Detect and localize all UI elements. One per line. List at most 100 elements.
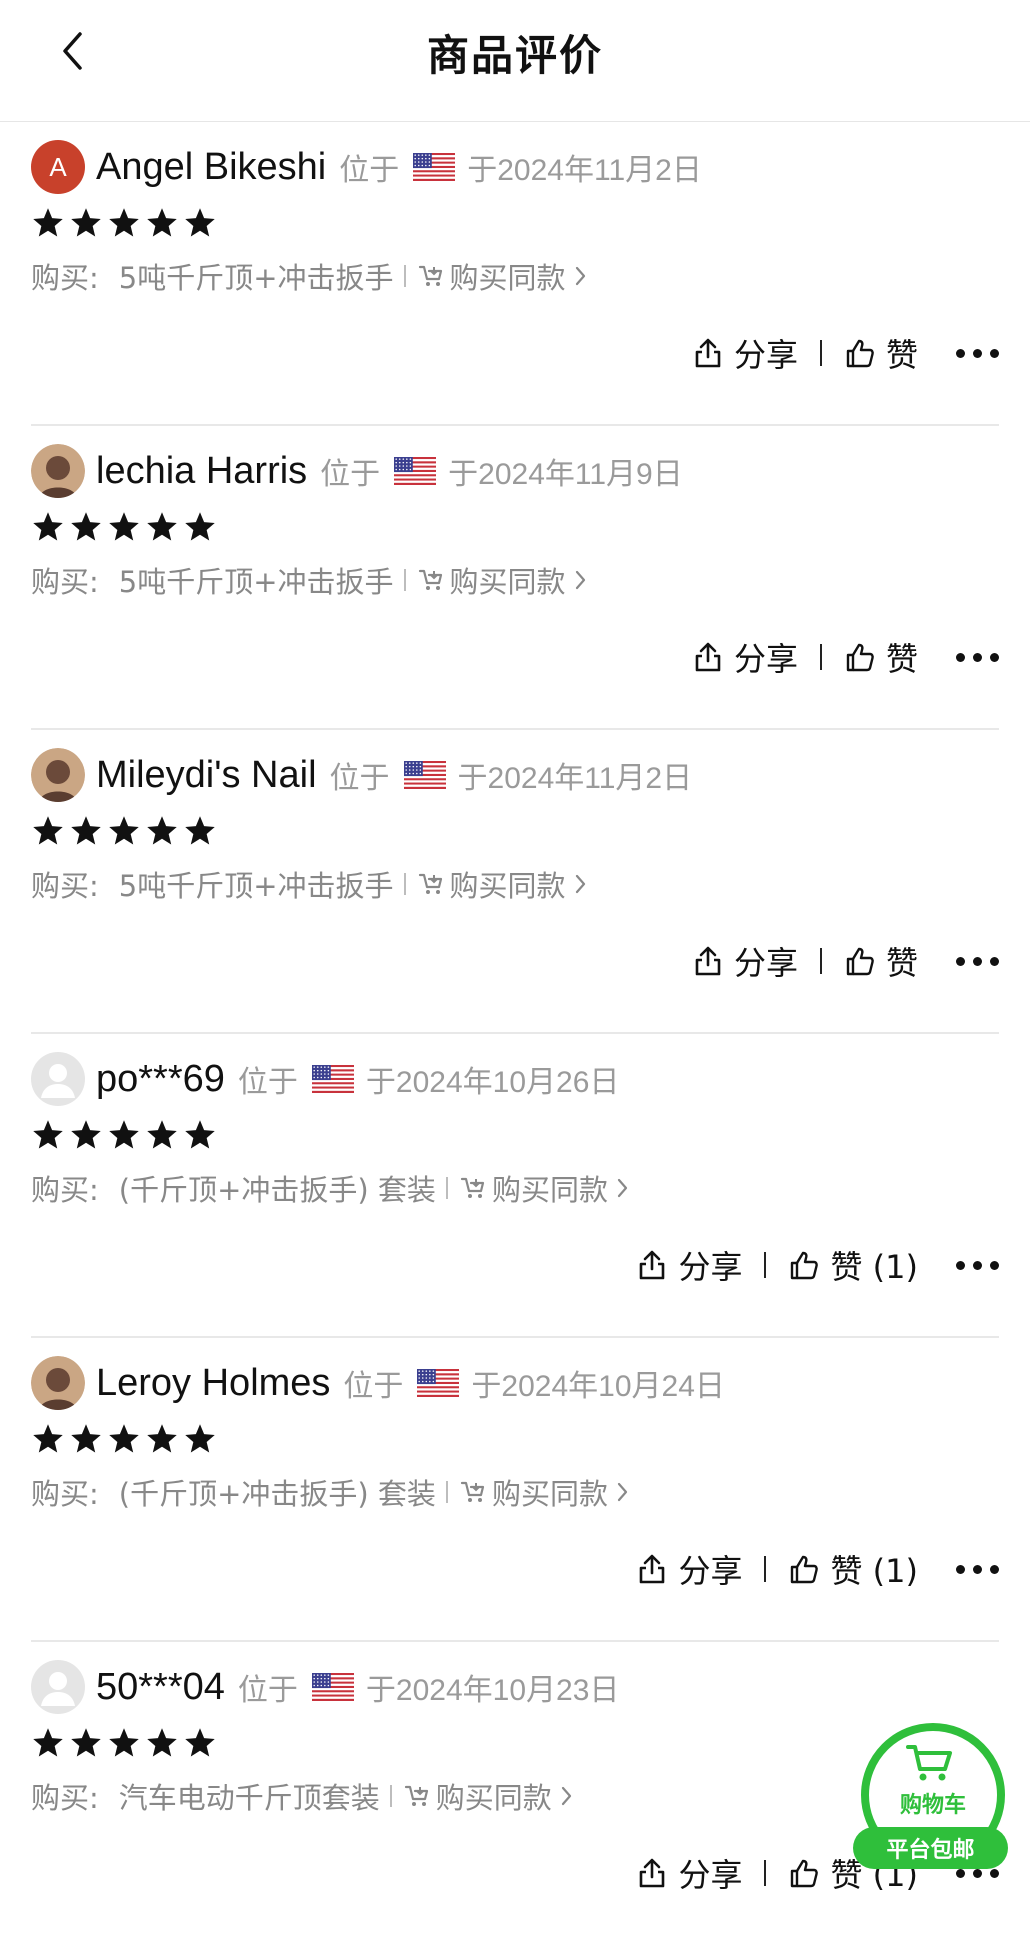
reviewer-name[interactable]: lechia Harris — [96, 450, 307, 493]
reviewer-info: lechia Harris 位于 于2024年11月9日 — [31, 443, 999, 499]
star-icon — [109, 1424, 139, 1453]
free-shipping-badge: 平台包邮 — [853, 1827, 1008, 1869]
purchase-label: 购买: — [31, 869, 99, 903]
purchase-label: 购买: — [31, 1781, 99, 1815]
share-label: 分享 — [678, 1248, 743, 1286]
dot — [956, 652, 965, 662]
divider — [403, 265, 406, 287]
star-icon — [147, 512, 177, 541]
purchased-variant: (千斤顶+冲击扳手) 套装 — [118, 1477, 436, 1511]
like-button[interactable]: 赞 (1) — [788, 1242, 918, 1288]
thumbs-up-icon — [791, 1251, 819, 1280]
share-label: 分享 — [733, 944, 798, 982]
like-button[interactable]: 赞 — [844, 330, 918, 376]
location-label: 位于 — [237, 1673, 298, 1708]
purchase-info: 购买: (千斤顶+冲击扳手) 套装 购买同款 — [31, 1470, 635, 1514]
star-rating — [31, 814, 217, 852]
like-button[interactable]: 赞 — [844, 938, 918, 984]
dot — [990, 956, 999, 966]
buy-same-link[interactable]: 购买同款 — [404, 1775, 579, 1817]
buy-same-label: 购买同款 — [491, 1173, 608, 1207]
chevron-right-icon — [561, 1786, 572, 1806]
dot — [973, 1260, 982, 1270]
letter-avatar[interactable]: A — [31, 140, 85, 194]
star-icon — [147, 1728, 177, 1757]
reviewer-info: Leroy Holmes 位于 于2024年10月24日 — [31, 1355, 999, 1411]
share-button[interactable]: 分享 — [692, 330, 798, 376]
photo-avatar[interactable] — [31, 1356, 85, 1410]
like-button[interactable]: 赞 — [844, 634, 918, 680]
user-photo-icon — [31, 444, 85, 498]
more-options-button[interactable] — [956, 1564, 999, 1574]
purchase-label: 购买: — [31, 261, 99, 295]
more-options-button[interactable] — [956, 1260, 999, 1270]
buy-same-link[interactable]: 购买同款 — [418, 255, 593, 297]
share-icon — [695, 642, 721, 672]
like-label: 赞 — [885, 944, 918, 982]
default-avatar[interactable] — [31, 1052, 85, 1106]
purchase-info: 购买: (千斤顶+冲击扳手) 套装 购买同款 — [31, 1166, 635, 1210]
reviewer-name[interactable]: Angel Bikeshi — [96, 146, 326, 189]
share-button[interactable]: 分享 — [692, 938, 798, 984]
dot — [973, 652, 982, 662]
divider — [819, 644, 822, 670]
share-button[interactable]: 分享 — [636, 1242, 742, 1288]
photo-avatar[interactable] — [31, 444, 85, 498]
buy-same-link[interactable]: 购买同款 — [418, 863, 593, 905]
location-label: 位于 — [343, 1369, 404, 1404]
more-options-button[interactable] — [956, 956, 999, 966]
purchased-variant: 汽车电动千斤顶套装 — [118, 1781, 380, 1815]
star-icon — [71, 512, 101, 541]
share-icon — [640, 1554, 665, 1584]
review-actions: 分享 赞 (1) — [636, 1240, 999, 1290]
share-button[interactable]: 分享 — [636, 1546, 742, 1592]
photo-avatar[interactable] — [31, 748, 85, 802]
cart-fab-button[interactable]: 购物车 平台包邮 — [853, 1715, 1013, 1875]
reviewer-name[interactable]: Leroy Holmes — [96, 1362, 330, 1405]
dot — [956, 1564, 965, 1574]
dot — [990, 652, 999, 662]
more-options-button[interactable] — [956, 348, 999, 358]
star-icon — [147, 816, 177, 845]
star-rating — [31, 206, 217, 244]
purchased-variant: 5吨千斤顶+冲击扳手 — [118, 869, 394, 903]
dot — [990, 1260, 999, 1270]
buy-same-link[interactable]: 购买同款 — [460, 1167, 635, 1209]
location-label: 位于 — [320, 457, 381, 492]
dot — [956, 956, 965, 966]
share-label: 分享 — [733, 336, 798, 374]
dot — [973, 1564, 982, 1574]
chevron-right-icon — [575, 874, 585, 894]
buy-same-link[interactable]: 购买同款 — [418, 559, 593, 601]
reviewer-name[interactable]: po***69 — [96, 1058, 225, 1101]
cart-icon — [460, 1481, 485, 1502]
reviewer-name[interactable]: 50***04 — [96, 1666, 225, 1709]
review-item: A Angel Bikeshi 位于 于2024年11月2日 购买: 5吨千斤顶… — [31, 122, 999, 426]
buy-same-link[interactable]: 购买同款 — [460, 1471, 635, 1513]
avatar-letter: A — [49, 151, 67, 182]
like-label: 赞 — [885, 640, 918, 678]
cart-icon — [404, 1785, 428, 1806]
review-item: Mileydi's Nail 位于 于2024年11月2日 购买: 5吨千斤顶+… — [31, 730, 999, 1034]
chevron-right-icon — [575, 266, 585, 286]
like-button[interactable]: 赞 (1) — [788, 1546, 918, 1592]
star-icon — [185, 512, 215, 541]
star-icon — [71, 816, 101, 845]
divider — [403, 873, 406, 895]
star-icon — [147, 208, 177, 237]
buy-same-label: 购买同款 — [449, 261, 566, 295]
share-icon — [695, 946, 721, 976]
divider — [764, 1860, 767, 1886]
review-item: lechia Harris 位于 于2024年11月9日 购买: 5吨千斤顶+冲… — [31, 426, 999, 730]
person-icon — [41, 1064, 75, 1098]
review-actions: 分享 赞 (1) — [636, 1544, 999, 1594]
default-avatar[interactable] — [31, 1660, 85, 1714]
star-icon — [109, 208, 139, 237]
divider — [445, 1481, 448, 1503]
like-label: 赞 (1) — [830, 1248, 918, 1286]
star-icon — [109, 816, 139, 845]
reviewer-name[interactable]: Mileydi's Nail — [96, 754, 317, 797]
share-button[interactable]: 分享 — [636, 1850, 742, 1896]
more-options-button[interactable] — [956, 652, 999, 662]
share-button[interactable]: 分享 — [692, 634, 798, 680]
